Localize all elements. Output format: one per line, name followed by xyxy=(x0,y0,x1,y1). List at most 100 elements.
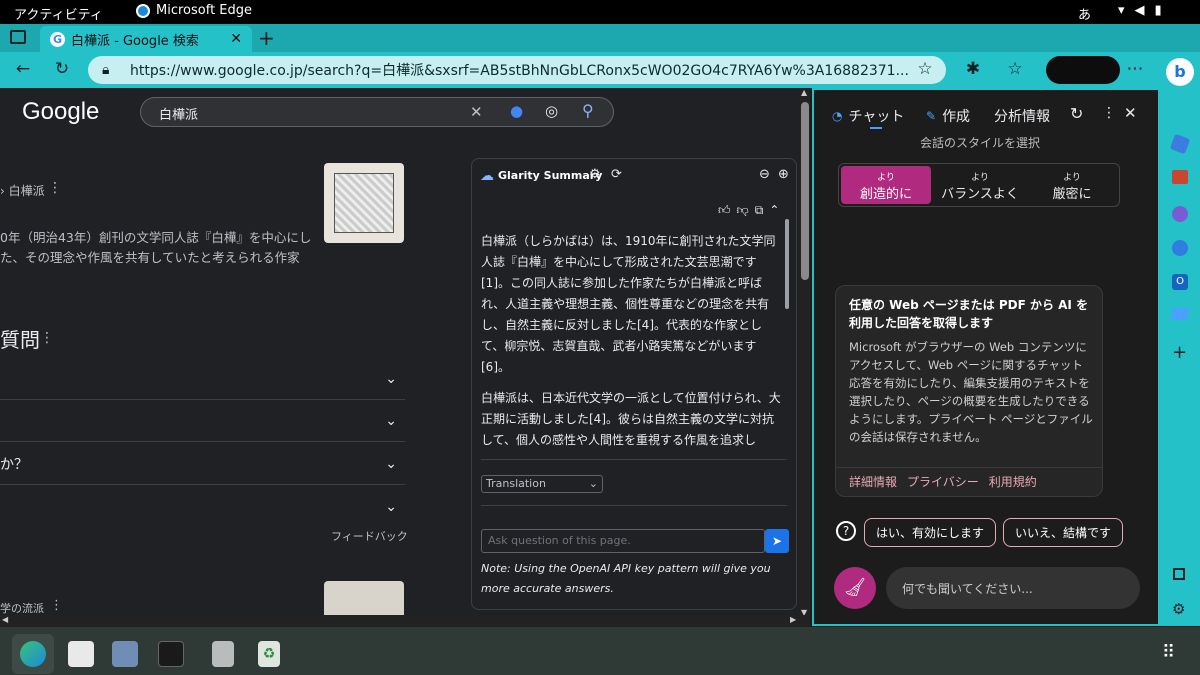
system-tray[interactable]: ▾ ◀ ▮ xyxy=(1118,3,1162,18)
feedback-link[interactable]: フィードバック xyxy=(331,528,408,544)
google-logo[interactable]: Google xyxy=(22,98,99,126)
page-vertical-scrollbar[interactable]: ▲ ▼ xyxy=(800,88,810,620)
extensions-icon[interactable]: ✱ xyxy=(962,59,984,79)
clear-search-icon[interactable]: ✕ xyxy=(470,103,483,121)
browser-tab[interactable]: G 白樺派 - Google 検索 ✕ xyxy=(40,26,252,52)
scroll-thumb[interactable] xyxy=(801,102,809,280)
more-menu-icon[interactable]: ⋯ xyxy=(1124,59,1146,79)
style-label: バランスよく xyxy=(941,187,1019,202)
result-thumbnail[interactable] xyxy=(324,163,404,243)
faq-row[interactable]: ⌄ xyxy=(0,486,405,528)
result-more-icon[interactable]: ⋮ xyxy=(48,180,62,196)
tab-insights[interactable]: 分析情報 xyxy=(994,106,1050,126)
style-selector: より 創造的に より バランスよく より 厳密に xyxy=(838,163,1120,207)
summary-scrollbar[interactable] xyxy=(785,219,789,309)
sidebar-toggle-icon[interactable] xyxy=(1173,568,1185,580)
refresh-summary-icon[interactable]: ⟳ xyxy=(611,167,622,182)
tab-chat[interactable]: ◔ チャット xyxy=(832,106,904,126)
files-icon[interactable] xyxy=(112,641,138,667)
tab-compose[interactable]: ✎ 作成 xyxy=(926,106,970,126)
favorites-icon[interactable]: ☆ xyxy=(1004,59,1026,79)
new-tab-icon[interactable]: + xyxy=(258,26,275,50)
result-breadcrumb[interactable]: › 白樺派 xyxy=(0,182,45,199)
card-title: 任意の Web ページまたは PDF から AI を利用した回答を取得します xyxy=(849,298,1089,330)
style-balanced-button[interactable]: より バランスよく xyxy=(935,166,1025,204)
send-rocket-icon[interactable]: ➤ xyxy=(765,529,789,553)
close-panel-icon[interactable]: ✕ xyxy=(1124,104,1137,122)
url-text: https://www.google.co.jp/search?q=白樺派&sx… xyxy=(130,63,909,79)
profile-avatar[interactable] xyxy=(1046,56,1120,84)
enable-no-button[interactable]: いいえ、結構です xyxy=(1003,518,1124,547)
thumbs-down-icon[interactable]: 👎︎ xyxy=(737,203,749,218)
send-icon[interactable] xyxy=(1170,308,1190,320)
scroll-up-icon[interactable]: ▲ xyxy=(801,88,807,97)
faq-row[interactable]: か？ ⌄ xyxy=(0,443,405,485)
search-query: 白樺派 xyxy=(159,108,199,123)
text-editor-icon[interactable] xyxy=(68,641,94,667)
trash-icon[interactable]: ♻ xyxy=(258,641,280,667)
search-icon[interactable]: ⚲ xyxy=(582,101,594,120)
archive-icon[interactable] xyxy=(212,641,234,667)
edge-taskbar-icon[interactable] xyxy=(20,641,46,667)
chat-input[interactable]: 何でも聞いてください... xyxy=(886,567,1140,609)
terminal-icon[interactable] xyxy=(158,641,184,667)
close-tab-icon[interactable]: ✕ xyxy=(230,31,242,47)
lens-search-icon[interactable]: ◎ xyxy=(545,102,558,120)
new-topic-broom-icon[interactable]: 🧹︎ xyxy=(834,567,876,609)
tab-actions-icon[interactable] xyxy=(10,30,26,44)
app-menu[interactable]: Microsoft Edge xyxy=(136,3,252,18)
faq-more-icon[interactable]: ⋮ xyxy=(40,330,54,346)
chevron-down-icon: ⌄ xyxy=(385,370,397,387)
help-icon[interactable]: ? xyxy=(836,521,856,541)
m365-icon[interactable] xyxy=(1172,240,1188,256)
refresh-icon[interactable]: ↻ xyxy=(51,59,73,79)
tag-icon[interactable] xyxy=(1169,133,1191,155)
collapse-icon[interactable]: ⊖ xyxy=(759,167,770,182)
app-grid-icon[interactable]: ⠿ xyxy=(1162,642,1175,663)
search-input[interactable]: 白樺派 xyxy=(140,97,614,127)
ask-question-input[interactable]: Ask question of this page. xyxy=(481,529,765,553)
faq-heading: 質問 xyxy=(0,328,40,352)
summary-paragraph-2: 白樺派は、日本近代文学の一派として位置付けられ、大正期に活動しました[4]。彼ら… xyxy=(481,391,781,447)
terms-link[interactable]: 利用規約 xyxy=(989,473,1037,490)
style-precise-button[interactable]: より 厳密に xyxy=(1027,166,1117,204)
copy-icon[interactable]: ⧉ xyxy=(755,203,764,218)
divider xyxy=(481,505,787,506)
refresh-chat-icon[interactable]: ↻ xyxy=(1070,104,1083,123)
back-icon[interactable]: ← xyxy=(12,59,34,79)
add-sidebar-icon[interactable]: + xyxy=(1172,342,1187,363)
chevron-up-icon[interactable]: ⌃ xyxy=(769,203,779,218)
result2-breadcrumb[interactable]: 学の流派 xyxy=(0,600,44,616)
style-creative-button[interactable]: より 創造的に xyxy=(841,166,931,204)
tools-icon[interactable] xyxy=(1172,170,1188,184)
result2-more-icon[interactable]: ⋮ xyxy=(50,598,63,613)
translation-select[interactable]: Translation ⌄ xyxy=(481,475,603,493)
chat-more-icon[interactable]: ⋮ xyxy=(1102,105,1116,121)
lock-icon[interactable]: 🔒︎ xyxy=(102,62,109,78)
voice-search-icon[interactable]: ● xyxy=(510,102,523,120)
privacy-link[interactable]: プライバシー xyxy=(907,473,979,490)
bing-icon[interactable]: b xyxy=(1166,58,1194,86)
activities-button[interactable]: アクティビティ xyxy=(14,4,103,23)
faq-row[interactable]: ⌄ xyxy=(0,358,405,400)
expand-icon[interactable]: ⊕ xyxy=(778,167,789,182)
volume-icon: ◀ xyxy=(1134,3,1145,18)
scroll-right-icon[interactable]: ▶ xyxy=(790,615,796,624)
details-link[interactable]: 詳細情報 xyxy=(849,473,897,490)
system-top-bar: アクティビティ Microsoft Edge あ ▾ ◀ ▮ xyxy=(0,0,1200,24)
favorite-star-icon[interactable]: ☆ xyxy=(914,59,936,79)
address-bar[interactable]: https://www.google.co.jp/search?q=白樺派&sx… xyxy=(88,56,946,84)
faq-row[interactable]: ⌄ xyxy=(0,400,405,442)
input-method-indicator[interactable]: あ xyxy=(1078,4,1091,23)
outlook-icon[interactable]: O xyxy=(1172,274,1188,290)
enable-yes-button[interactable]: はい、有効にします xyxy=(864,518,997,547)
games-icon[interactable] xyxy=(1172,206,1188,222)
style-label: 創造的に xyxy=(859,187,912,202)
edge-app-icon xyxy=(136,3,150,18)
scroll-left-icon[interactable]: ◀ xyxy=(2,615,8,624)
page-horizontal-scrollbar[interactable]: ◀ ▶ xyxy=(0,615,810,627)
sidebar-settings-icon[interactable]: ⚙ xyxy=(1172,600,1185,618)
thumbs-up-icon[interactable]: 👍︎ xyxy=(718,203,731,218)
chevron-down-icon: ⌄ xyxy=(385,455,397,472)
settings-gear-icon[interactable]: ⚙ xyxy=(589,167,601,182)
